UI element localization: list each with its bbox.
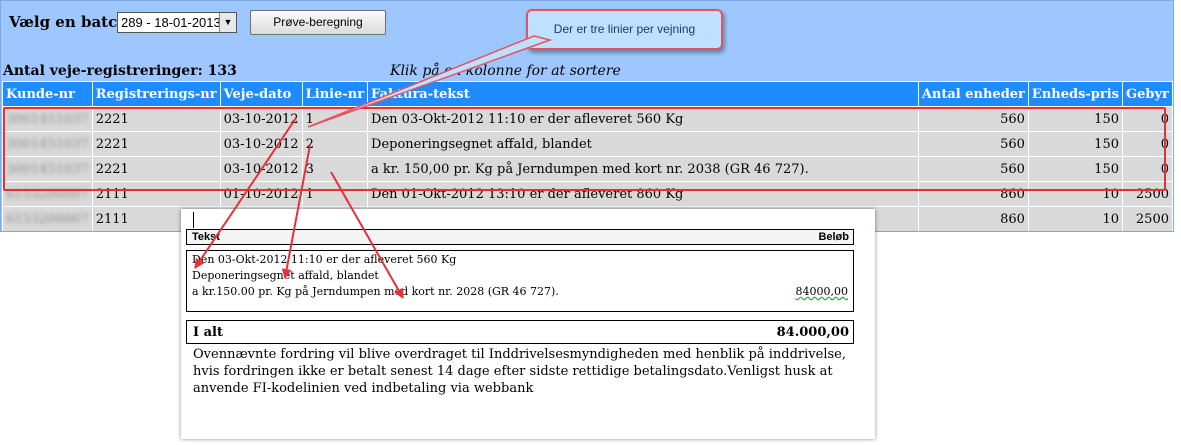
batch-label: Vælg en batch: [9, 13, 129, 31]
cell-gebyr: 2500: [1122, 206, 1173, 231]
app-window: Vælg en batch 289 - 18-01-2013 ▼ Prøve-b…: [0, 0, 1181, 445]
column-header-gebyr[interactable]: Gebyr: [1122, 81, 1173, 107]
invoice-total-amount: 84.000,00: [776, 325, 849, 340]
chevron-down-icon[interactable]: ▼: [219, 13, 236, 32]
invoice-col-text: Tekst: [192, 231, 220, 243]
cell-antal-enheder: 860: [917, 206, 1029, 231]
column-header-linie-nr[interactable]: Linie-nr: [301, 81, 369, 107]
text-cursor: [193, 212, 194, 228]
invoice-line-amount: 84000,00: [795, 285, 849, 298]
column-header-registrerings-nr[interactable]: Registrerings-nr: [91, 81, 221, 107]
invoice-line-1: Den 03-Okt-2012 11:10 er der afleveret 5…: [192, 253, 457, 266]
batch-select-value: 289 - 18-01-2013: [121, 15, 221, 30]
invoice-line-2: Deponeringsegnet affald, blandet: [192, 269, 379, 282]
column-header-faktura-tekst[interactable]: Faktura-tekst: [367, 81, 919, 107]
invoice-lines: Den 03-Okt-2012 11:10 er der afleveret 5…: [186, 250, 854, 312]
sort-hint: Klik på en kolonne for at sortere: [390, 63, 621, 79]
registration-count: Antal veje-registreringer: 133: [3, 63, 237, 79]
batch-select[interactable]: 289 - 18-01-2013 ▼: [117, 12, 237, 33]
invoice-table-header: Tekst Beløb: [186, 229, 854, 245]
highlight-rectangle: [3, 107, 1166, 191]
cell-kunde-nr: 6153200007: [2, 206, 93, 231]
invoice-total: I alt 84.000,00: [186, 320, 854, 344]
calculate-button[interactable]: Prøve-beregning: [250, 10, 386, 35]
column-header-kunde-nr[interactable]: Kunde-nr: [2, 81, 93, 107]
column-header-veje-dato[interactable]: Veje-dato: [219, 81, 303, 107]
callout-note: Der er tre linier per vejning: [526, 9, 723, 50]
invoice-note: Ovennævnte fordring vil blive overdraget…: [193, 347, 846, 396]
invoice-total-label: I alt: [193, 325, 223, 340]
invoice-col-amount: Beløb: [818, 231, 849, 243]
column-header-enheds-pris[interactable]: Enheds-pris: [1027, 81, 1124, 107]
cell-kunde-nr-value: 6153200007: [6, 211, 89, 227]
column-header-antal-enheder[interactable]: Antal enheder: [917, 81, 1029, 107]
table-header-row: Kunde-nr Registrerings-nr Veje-dato Lini…: [2, 81, 1173, 107]
cell-enheds-pris: 10: [1027, 206, 1124, 231]
invoice-line-3: a kr.150.00 pr. Kg på Jerndumpen med kor…: [192, 285, 559, 298]
